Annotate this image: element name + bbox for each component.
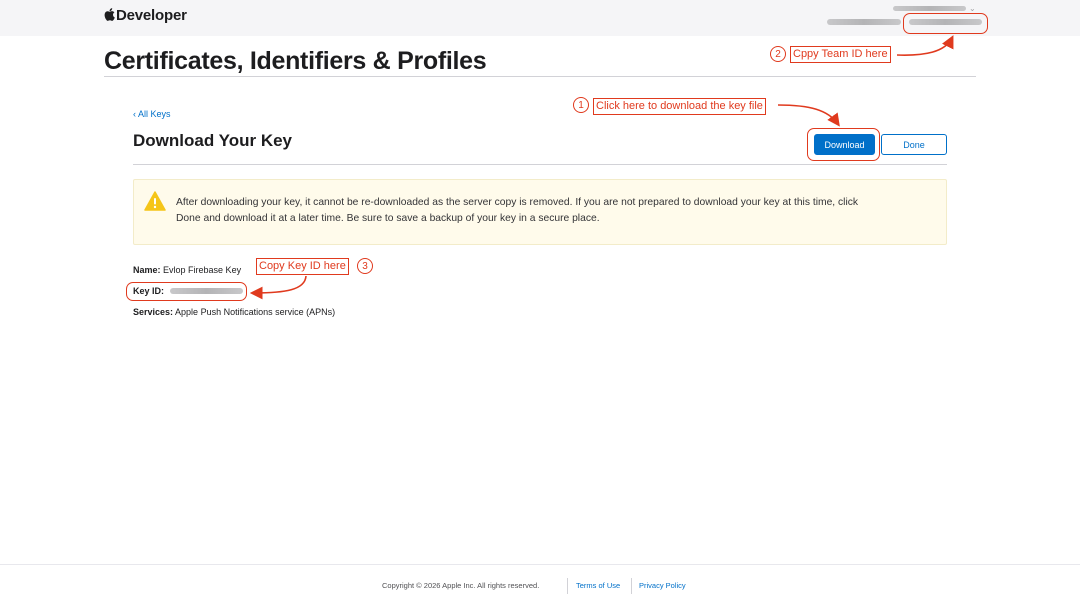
arrow-1 <box>777 104 840 127</box>
title-divider <box>104 76 976 77</box>
annotation-3-label: Copy Key ID here <box>256 258 349 275</box>
arrow-3 <box>249 275 307 300</box>
warning-icon <box>144 191 166 211</box>
team-id-highlight <box>903 13 988 34</box>
brand-name: Developer <box>116 7 187 24</box>
footer-separator <box>631 578 632 594</box>
annotation-2-number: 2 <box>770 46 786 62</box>
footer-divider <box>0 564 1080 565</box>
name-value: Evlop Firebase Key <box>163 265 242 275</box>
footer-separator <box>567 578 568 594</box>
all-keys-link[interactable]: ‹ All Keys <box>133 109 171 119</box>
arrow-2 <box>896 35 954 56</box>
terms-link[interactable]: Terms of Use <box>576 581 620 590</box>
section-divider <box>133 164 947 165</box>
section-title: Download Your Key <box>133 131 293 150</box>
team-name-redacted <box>827 19 901 25</box>
keyid-highlight <box>126 282 247 301</box>
annotation-2-label: Cppy Team ID here <box>790 46 891 63</box>
developer-logo[interactable]: Developer <box>104 7 187 24</box>
account-name-redacted[interactable] <box>893 6 966 11</box>
privacy-link[interactable]: Privacy Policy <box>639 581 686 590</box>
copyright-text: Copyright © 2026 Apple Inc. All rights r… <box>382 581 540 590</box>
name-label: Name: <box>133 265 161 275</box>
done-button[interactable]: Done <box>881 134 947 155</box>
apple-logo-icon <box>104 8 115 21</box>
name-row: Name: Evlop Firebase Key <box>133 265 241 275</box>
warning-text: After downloading your key, it cannot be… <box>176 197 859 224</box>
annotation-3-number: 3 <box>357 258 373 274</box>
download-highlight <box>807 128 880 161</box>
annotation-1-number: 1 <box>573 97 589 113</box>
services-value: Apple Push Notifications service (APNs) <box>175 307 336 317</box>
annotation-1-label: Click here to download the key file <box>593 98 766 115</box>
page-title: Certificates, Identifiers & Profiles <box>104 47 487 75</box>
chevron-down-icon[interactable]: ⌄ <box>969 4 976 13</box>
services-label: Services: <box>133 307 174 317</box>
services-row: Services: Apple Push Notifications servi… <box>133 307 335 317</box>
